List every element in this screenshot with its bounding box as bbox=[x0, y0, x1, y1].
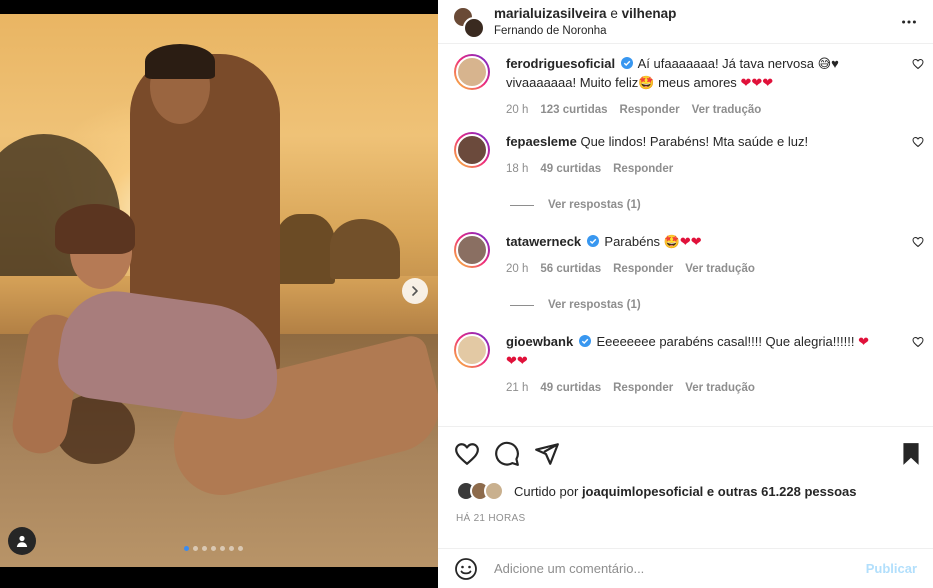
location-link[interactable]: Fernando de Noronha bbox=[494, 25, 676, 37]
likes-summary: Curtido por joaquimlopesoficial e outras… bbox=[456, 481, 857, 501]
comment-text: Que lindos! Parabéns! Mta saúde e luz! bbox=[580, 134, 809, 149]
avatar[interactable] bbox=[454, 332, 490, 368]
post-side-panel: marialuizasilveira e vilhenap Fernando d… bbox=[438, 0, 933, 588]
likes-count-link[interactable]: e outras 61.228 pessoas bbox=[707, 484, 857, 499]
more-options-icon bbox=[902, 20, 916, 24]
comment-text: vivaaaaaaa! Muito feliz bbox=[506, 75, 639, 90]
heart-icon[interactable] bbox=[454, 441, 480, 467]
comment-username[interactable]: fepaesleme bbox=[506, 134, 577, 149]
comment-emoji: ❤❤❤ bbox=[740, 75, 774, 90]
comment-emoji: ❤ bbox=[858, 334, 869, 349]
tagged-users-button[interactable] bbox=[8, 527, 36, 555]
post-actions bbox=[438, 426, 933, 478]
post-authors: marialuizasilveira e vilhenap bbox=[494, 6, 676, 21]
comment-emoji: ❤❤ bbox=[679, 234, 702, 249]
comment-icon[interactable] bbox=[494, 441, 520, 467]
bookmark-icon[interactable] bbox=[898, 441, 924, 467]
comment-text: Parabéns bbox=[604, 234, 661, 249]
comment-time[interactable]: 20 h bbox=[506, 101, 528, 120]
comments-list: ferodriguesoficial Aí ufaaaaaaa! Já tava… bbox=[438, 44, 933, 426]
carousel-dot bbox=[193, 546, 198, 551]
view-replies-label: Ver respostas (1) bbox=[548, 299, 641, 311]
carousel-dot bbox=[229, 546, 234, 551]
reply-button[interactable]: Responder bbox=[613, 260, 673, 279]
carousel-dot bbox=[184, 546, 189, 551]
comment-username[interactable]: gioewbank bbox=[506, 334, 573, 349]
verified-badge-icon bbox=[620, 57, 633, 69]
emoji-icon[interactable] bbox=[454, 557, 478, 581]
carousel-dot bbox=[220, 546, 225, 551]
comment-text: Aí ufaaaaaaa! Já tava nervosa bbox=[637, 56, 814, 71]
translate-button[interactable]: Ver tradução bbox=[692, 101, 762, 120]
verified-badge-icon bbox=[586, 235, 599, 247]
avatar[interactable] bbox=[454, 232, 490, 268]
comment-username[interactable]: ferodriguesoficial bbox=[506, 56, 615, 71]
authors-connector: e bbox=[610, 6, 618, 21]
comment-time[interactable]: 18 h bbox=[506, 160, 528, 179]
avatar[interactable] bbox=[463, 16, 485, 39]
comment-time[interactable]: 21 h bbox=[506, 379, 528, 398]
reply-button[interactable]: Responder bbox=[613, 379, 673, 398]
translate-button[interactable]: Ver tradução bbox=[685, 379, 755, 398]
comment-time[interactable]: 20 h bbox=[506, 260, 528, 279]
carousel-dot bbox=[238, 546, 243, 551]
comment-text: Eeeeeeee parabéns casal!!!! Que alegria!… bbox=[596, 334, 855, 349]
view-replies-button[interactable]: Ver respostas (1) bbox=[510, 199, 641, 211]
comment-emoji: ❤❤ bbox=[506, 353, 528, 368]
author-username-link[interactable]: vilhenap bbox=[622, 6, 677, 21]
comment-emoji: 🤩 bbox=[638, 75, 655, 90]
add-comment-bar: Publicar bbox=[438, 548, 933, 588]
comment-username[interactable]: tatawerneck bbox=[506, 234, 581, 249]
share-icon[interactable] bbox=[534, 441, 560, 467]
heart-icon[interactable] bbox=[912, 58, 924, 70]
comment-emoji: 😅♥ bbox=[817, 56, 839, 71]
comment-text: meus amores bbox=[658, 75, 737, 90]
comment-likes-link[interactable]: 123 curtidas bbox=[540, 101, 607, 120]
avatar[interactable] bbox=[454, 132, 490, 168]
author-username-link[interactable]: marialuizasilveira bbox=[494, 6, 607, 21]
carousel-indicator bbox=[184, 546, 243, 551]
user-tag-icon bbox=[16, 535, 28, 547]
liker-avatars bbox=[456, 481, 508, 501]
reply-button[interactable]: Responder bbox=[620, 101, 680, 120]
carousel-dot bbox=[202, 546, 207, 551]
likes-prefix: Curtido por bbox=[514, 483, 579, 499]
post-media bbox=[0, 0, 438, 588]
carousel-dot bbox=[211, 546, 216, 551]
comment-likes-link[interactable]: 49 curtidas bbox=[540, 379, 601, 398]
heart-icon[interactable] bbox=[912, 236, 924, 248]
translate-button[interactable]: Ver tradução bbox=[685, 260, 755, 279]
next-slide-button[interactable] bbox=[402, 278, 428, 304]
heart-icon[interactable] bbox=[912, 136, 924, 148]
comment-input[interactable] bbox=[494, 561, 866, 576]
view-replies-label: Ver respostas (1) bbox=[548, 199, 641, 211]
verified-badge-icon bbox=[578, 335, 591, 347]
comment-likes-link[interactable]: 56 curtidas bbox=[540, 260, 601, 279]
author-avatars[interactable] bbox=[452, 5, 486, 40]
post-photo bbox=[0, 14, 438, 567]
post-header: marialuizasilveira e vilhenap Fernando d… bbox=[438, 0, 933, 44]
avatar[interactable] bbox=[454, 54, 490, 90]
comment-emoji: 🤩 bbox=[663, 234, 680, 249]
reply-button[interactable]: Responder bbox=[613, 160, 673, 179]
chevron-right-icon bbox=[412, 286, 418, 296]
liker-username-link[interactable]: joaquimlopesoficial bbox=[582, 484, 703, 499]
comment-likes-link[interactable]: 49 curtidas bbox=[540, 160, 601, 179]
publish-button[interactable]: Publicar bbox=[866, 561, 917, 576]
post-timestamp[interactable]: HÁ 21 HORAS bbox=[456, 513, 525, 524]
heart-icon[interactable] bbox=[912, 336, 924, 348]
more-options-button[interactable] bbox=[899, 12, 919, 32]
view-replies-button[interactable]: Ver respostas (1) bbox=[510, 299, 641, 311]
